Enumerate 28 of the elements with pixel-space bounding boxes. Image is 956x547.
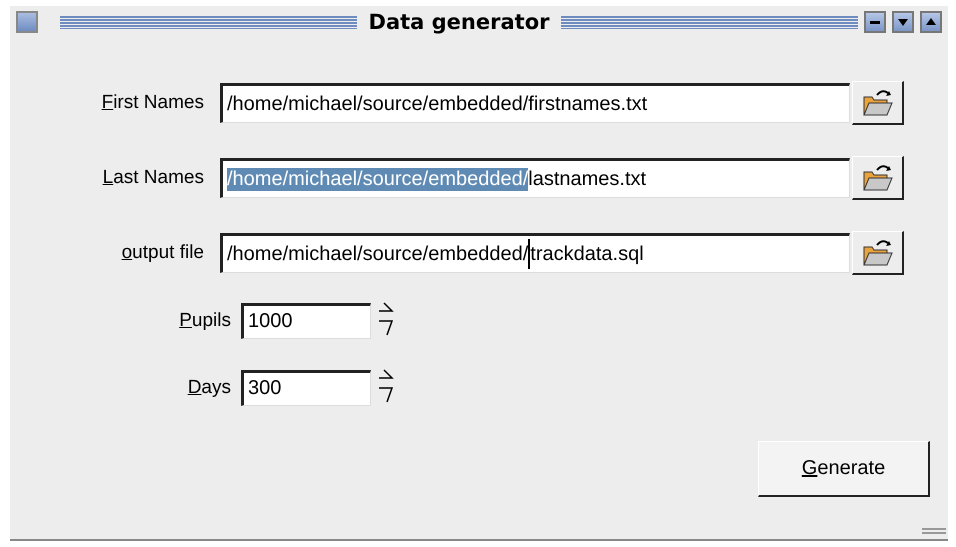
up-triangle-icon (925, 16, 938, 28)
window-title: Data generator (368, 10, 550, 34)
open-folder-button[interactable] (852, 231, 904, 275)
maximize-button[interactable] (920, 11, 942, 33)
title-stripes-icon (60, 15, 357, 29)
open-folder-button[interactable] (852, 81, 904, 125)
field-label: output file (120, 242, 205, 264)
field-text: /home/michael/source/embedded/ (227, 168, 528, 190)
field-text: lastnames.txt (528, 168, 646, 190)
field-text: trackdata.sql (530, 242, 644, 266)
number-field[interactable]: 300 (241, 370, 371, 406)
minimize-button[interactable] (864, 11, 886, 33)
generate-button[interactable]: Generate (758, 441, 930, 497)
field-label: Days (186, 377, 232, 399)
number-field[interactable]: 1000 (241, 303, 371, 339)
path-field[interactable]: /home/michael/source/embedded/firstnames.txt (220, 83, 850, 123)
path-field[interactable]: /home/michael/source/embedded/trackdata.sql (220, 233, 850, 273)
shade-down-button[interactable] (892, 11, 914, 33)
field-label: Last Names (102, 167, 205, 189)
path-field[interactable]: /home/michael/source/embedded/lastnames.txt (220, 158, 850, 198)
down-triangle-icon (897, 16, 910, 28)
field-text: /home/michael/source/embedded/ (227, 242, 528, 266)
field-label: Pupils (178, 310, 232, 332)
title-stripes-icon (561, 15, 858, 29)
field-label: First Names (100, 92, 205, 114)
open-folder-button[interactable] (852, 156, 904, 200)
field-text: /home/michael/source/embedded/firstnames.txt (227, 92, 648, 116)
resize-grip-icon[interactable] (922, 527, 946, 535)
